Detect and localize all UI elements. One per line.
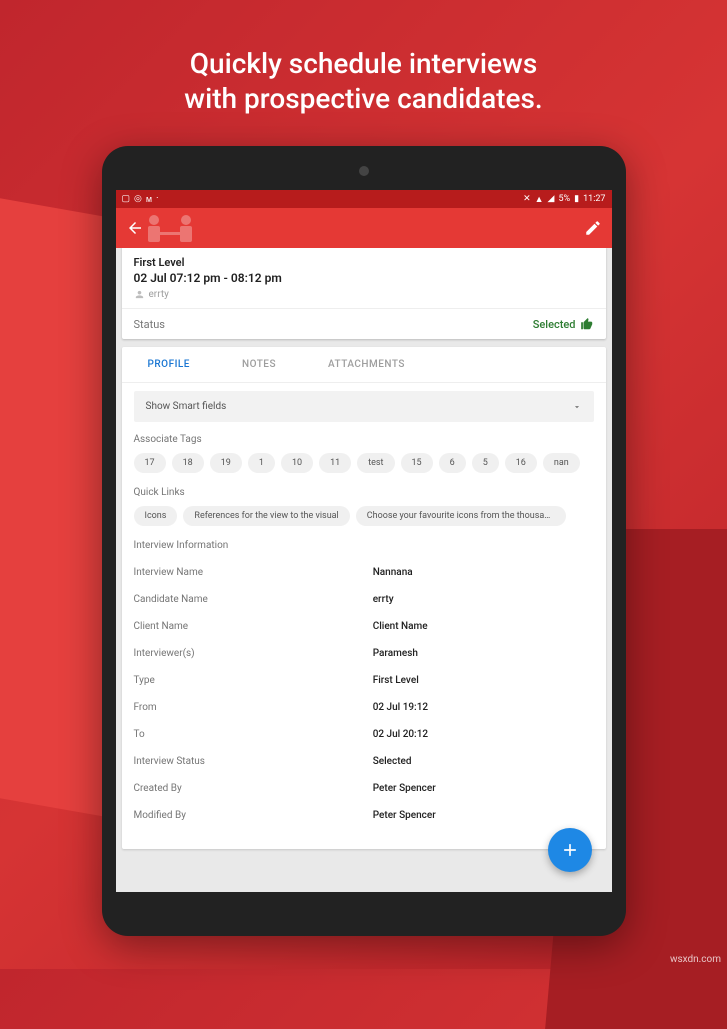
tag-chip[interactable]: 17 xyxy=(134,453,166,473)
info-value: Nannana xyxy=(373,567,594,578)
info-key: From xyxy=(134,702,373,713)
app-bar xyxy=(116,208,612,248)
info-row: Interviewer(s)Paramesh xyxy=(134,640,594,667)
candidate-name-small: errty xyxy=(149,289,169,300)
info-row: Candidate Nameerrty xyxy=(134,586,594,613)
fab-add-button[interactable] xyxy=(548,828,592,872)
info-key: Interview Name xyxy=(134,567,373,578)
smart-fields-dropdown[interactable]: Show Smart fields xyxy=(134,391,594,422)
sync-icon: ◎ xyxy=(134,194,142,204)
quick-links-container: IconsReferences for the view to the visu… xyxy=(134,506,594,526)
info-row: Interview NameNannana xyxy=(134,559,594,586)
headline-line2: with prospective candidates. xyxy=(0,81,727,116)
info-key: Interviewer(s) xyxy=(134,648,373,659)
info-row: Client NameClient Name xyxy=(134,613,594,640)
info-row: To02 Jul 20:12 xyxy=(134,721,594,748)
signal-icon: ◢ xyxy=(548,194,555,204)
info-value: Selected xyxy=(373,756,594,767)
app-notif-icon: ᴍ xyxy=(146,194,152,205)
status-value: Selected xyxy=(533,318,576,331)
quick-link-chip[interactable]: References for the view to the visual xyxy=(183,506,349,526)
tag-chip[interactable]: nan xyxy=(543,453,580,473)
tab-profile[interactable]: PROFILE xyxy=(122,347,216,382)
info-key: Created By xyxy=(134,783,373,794)
interview-silhouette-icon xyxy=(142,212,198,244)
interview-summary-card: First Level 02 Jul 07:12 pm - 08:12 pm e… xyxy=(122,246,606,339)
status-row[interactable]: Status Selected xyxy=(122,308,606,339)
info-value: errty xyxy=(373,594,594,605)
info-value: Client Name xyxy=(373,621,594,632)
info-value: Paramesh xyxy=(373,648,594,659)
mute-icon: ✕ xyxy=(523,194,531,204)
info-value: Peter Spencer xyxy=(373,810,594,821)
status-label: Status xyxy=(134,318,165,331)
chevron-down-icon xyxy=(572,402,582,412)
app-screen: ▢ ◎ ᴍ · ✕ ▲ ◢ 5% ▮ 11:27 First Level 02 … xyxy=(116,190,612,892)
tablet-frame: ▢ ◎ ᴍ · ✕ ▲ ◢ 5% ▮ 11:27 First Level 02 … xyxy=(102,146,626,936)
info-row: TypeFirst Level xyxy=(134,667,594,694)
info-key: Client Name xyxy=(134,621,373,632)
quick-link-chip[interactable]: Icons xyxy=(134,506,178,526)
interview-info-title: Interview Information xyxy=(134,540,594,551)
thumbs-up-icon xyxy=(580,317,594,331)
info-key: Type xyxy=(134,675,373,686)
tag-chip[interactable]: 5 xyxy=(472,453,499,473)
battery-text: 5% xyxy=(558,194,570,204)
tag-chip[interactable]: 10 xyxy=(281,453,313,473)
detail-card: PROFILE NOTES ATTACHMENTS Show Smart fie… xyxy=(122,347,606,849)
watermark: wsxdn.com xyxy=(670,954,721,965)
headline-line1: Quickly schedule interviews xyxy=(0,46,727,81)
picture-icon: ▢ xyxy=(122,194,131,204)
interview-level: First Level xyxy=(134,256,594,269)
tag-chip[interactable]: 15 xyxy=(401,453,433,473)
info-list: Interview NameNannanaCandidate Nameerrty… xyxy=(134,559,594,829)
clock-text: 11:27 xyxy=(583,194,605,204)
info-value: First Level xyxy=(373,675,594,686)
associate-tags-label: Associate Tags xyxy=(134,434,594,445)
tab-bar: PROFILE NOTES ATTACHMENTS xyxy=(122,347,606,383)
tag-chip[interactable]: test xyxy=(357,453,394,473)
info-key: Modified By xyxy=(134,810,373,821)
info-row: Interview StatusSelected xyxy=(134,748,594,775)
quick-link-chip[interactable]: Choose your favourite icons from the tho… xyxy=(356,506,566,526)
info-key: To xyxy=(134,729,373,740)
tag-chip[interactable]: 6 xyxy=(439,453,466,473)
info-key: Interview Status xyxy=(134,756,373,767)
info-key: Candidate Name xyxy=(134,594,373,605)
info-row: Created ByPeter Spencer xyxy=(134,775,594,802)
android-statusbar: ▢ ◎ ᴍ · ✕ ▲ ◢ 5% ▮ 11:27 xyxy=(116,190,612,208)
info-row: From02 Jul 19:12 xyxy=(134,694,594,721)
person-icon xyxy=(134,289,145,300)
interview-time-range: 02 Jul 07:12 pm - 08:12 pm xyxy=(134,271,594,285)
marketing-headline: Quickly schedule interviews with prospec… xyxy=(0,0,727,116)
wifi-icon: ▲ xyxy=(535,194,544,205)
tab-notes[interactable]: NOTES xyxy=(216,347,302,382)
tag-chip[interactable]: 16 xyxy=(505,453,537,473)
quick-links-label: Quick Links xyxy=(134,487,594,498)
tag-chip[interactable]: 19 xyxy=(210,453,242,473)
plus-icon xyxy=(560,840,580,860)
smart-fields-label: Show Smart fields xyxy=(146,401,227,412)
tags-container: 17 18 19 1 10 11 test 15 65 16 nan xyxy=(134,453,594,473)
edit-pencil-icon[interactable] xyxy=(584,219,602,237)
info-value: 02 Jul 20:12 xyxy=(373,729,594,740)
tag-chip[interactable]: 18 xyxy=(172,453,204,473)
tablet-camera xyxy=(359,166,369,176)
info-row: Modified ByPeter Spencer xyxy=(134,802,594,829)
more-notif-icon: · xyxy=(156,194,158,204)
tab-attachments[interactable]: ATTACHMENTS xyxy=(302,347,431,382)
info-value: Peter Spencer xyxy=(373,783,594,794)
tag-chip[interactable]: 11 xyxy=(319,453,351,473)
battery-icon: ▮ xyxy=(574,194,579,204)
info-value: 02 Jul 19:12 xyxy=(373,702,594,713)
tag-chip[interactable]: 1 xyxy=(248,453,275,473)
